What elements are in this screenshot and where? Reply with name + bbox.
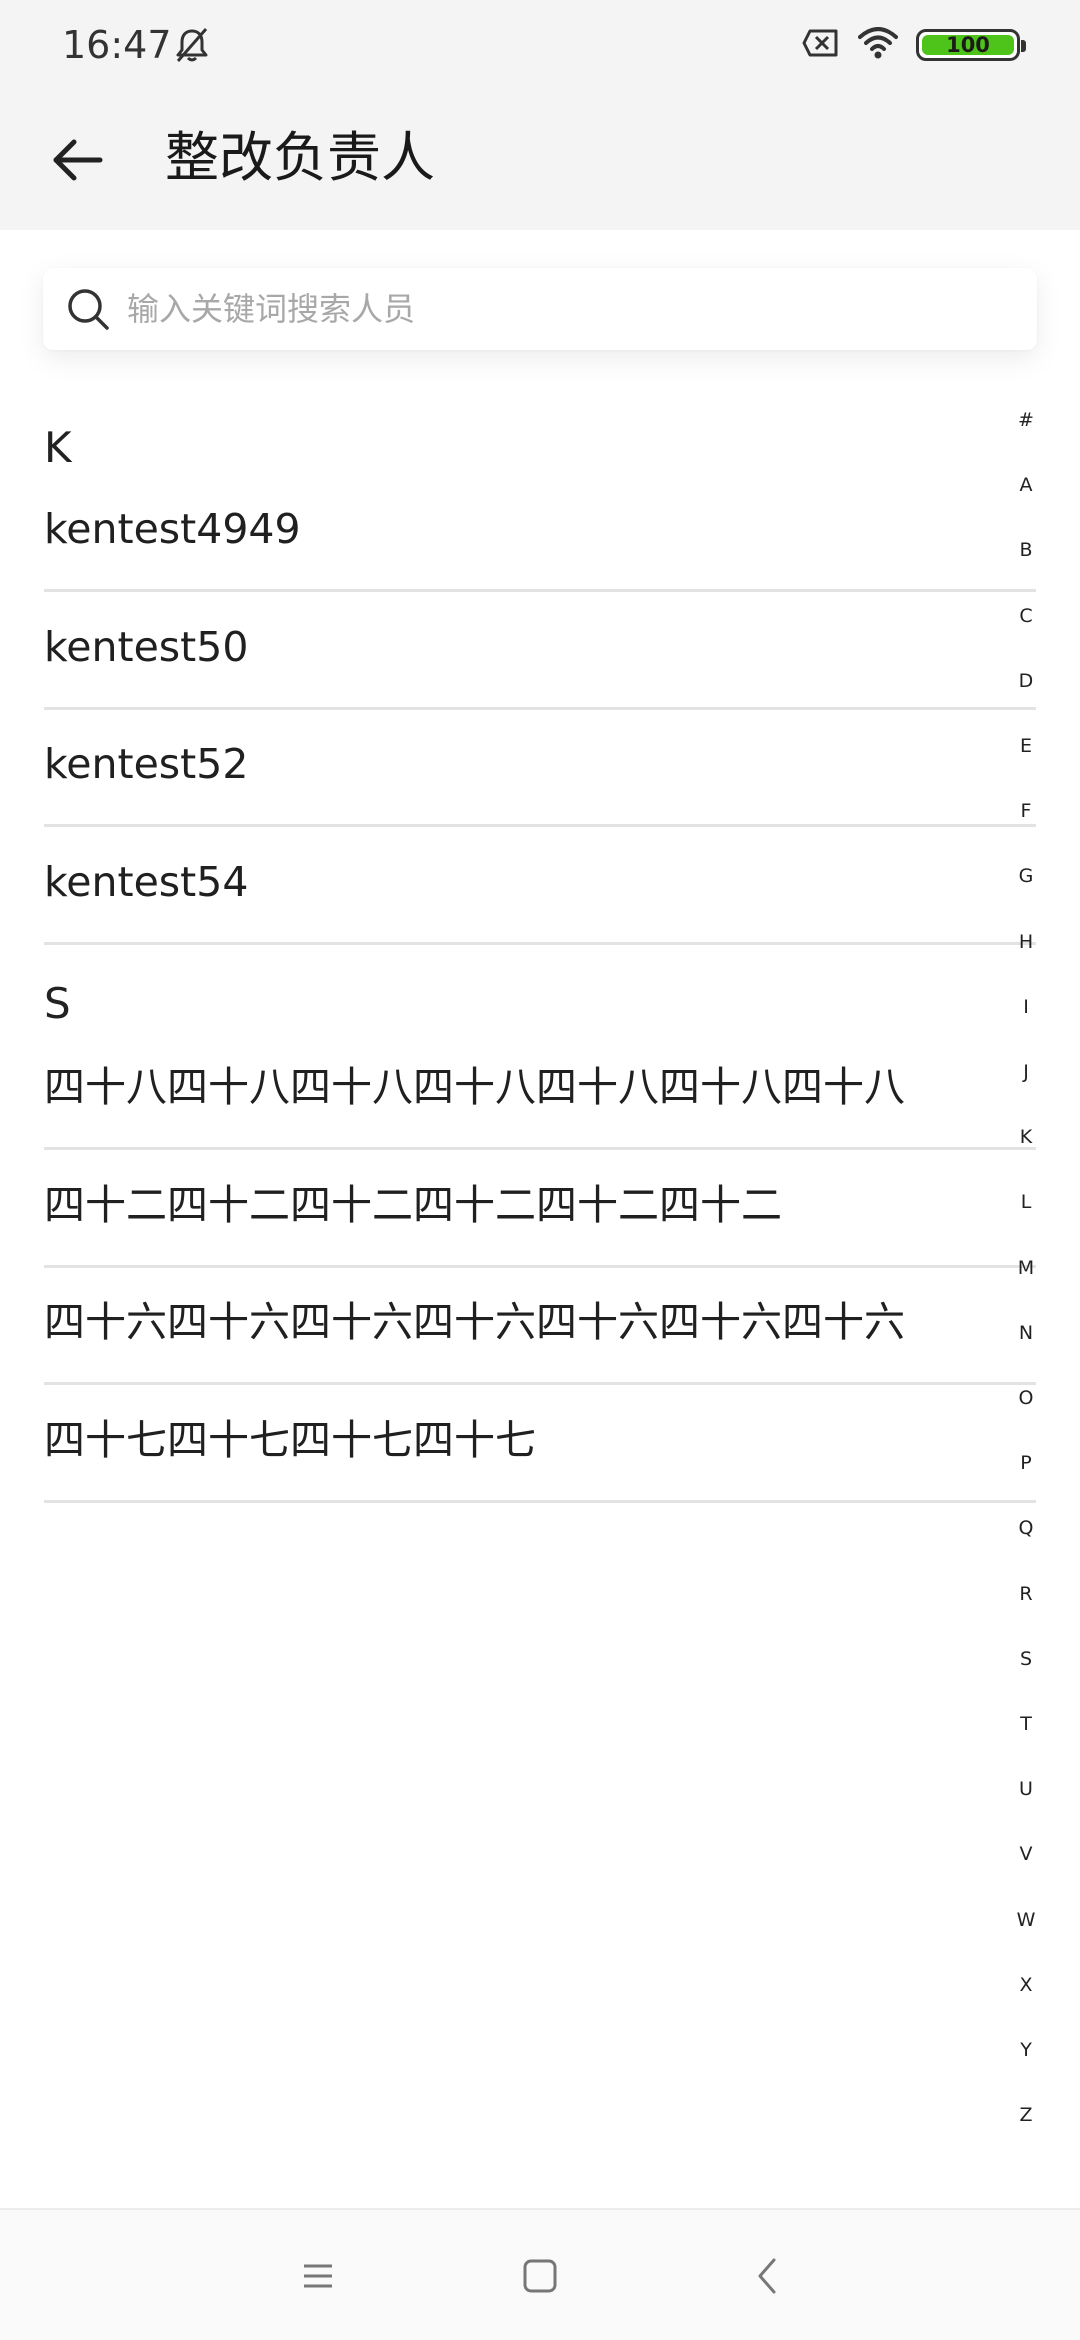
alphabet-index-letter[interactable]: C [1006, 604, 1046, 628]
alphabet-index-letter[interactable]: V [1006, 1842, 1046, 1866]
alphabet-index-letter[interactable]: R [1006, 1582, 1046, 1606]
battery-percent: 100 [946, 32, 990, 57]
alphabet-index-letter[interactable]: S [1006, 1647, 1046, 1671]
contact-name: kentest54 [44, 858, 249, 906]
alphabet-index-letter[interactable]: B [1006, 538, 1046, 562]
contact-name: 四十二四十二四十二四十二四十二四十二 [44, 1181, 782, 1229]
search-input[interactable] [127, 290, 1007, 328]
bell-off-icon [172, 25, 212, 65]
back-nav-button[interactable] [740, 2248, 796, 2304]
contact-name: kentest50 [44, 623, 249, 671]
contact-item[interactable]: kentest4949 [44, 475, 1036, 592]
alphabet-index-letter[interactable]: W [1006, 1908, 1046, 1932]
contact-name: kentest4949 [44, 505, 301, 553]
alphabet-index-letter[interactable]: J [1006, 1060, 1046, 1084]
alphabet-index-letter[interactable]: O [1006, 1386, 1046, 1410]
contact-name: 四十七四十七四十七四十七 [44, 1416, 536, 1464]
wifi-icon [858, 27, 898, 63]
status-icons: 100 [802, 25, 1026, 65]
back-chevron-icon [758, 2258, 776, 2294]
page-title: 整改负责人 [165, 126, 435, 189]
contact-item[interactable]: 四十六四十六四十六四十六四十六四十六四十六 [44, 1268, 1036, 1385]
contact-name: 四十六四十六四十六四十六四十六四十六四十六 [44, 1298, 905, 1346]
status-bar: 16:47 100 [0, 0, 1080, 90]
alphabet-index-letter[interactable]: E [1006, 734, 1046, 758]
alphabet-index-letter[interactable]: F [1006, 799, 1046, 823]
back-button[interactable] [38, 120, 118, 200]
contact-item[interactable]: kentest50 [44, 593, 1036, 710]
contact-item[interactable]: kentest54 [44, 828, 1036, 945]
alphabet-index-letter[interactable]: L [1006, 1190, 1046, 1214]
menu-icon [304, 2264, 332, 2288]
navigation-bar [0, 2208, 1080, 2340]
menu-button[interactable] [290, 2248, 346, 2304]
alphabet-index-letter[interactable]: Y [1006, 2038, 1046, 2062]
alphabet-index-letter[interactable]: T [1006, 1712, 1046, 1736]
arrow-left-icon [53, 139, 103, 181]
search-box[interactable] [43, 268, 1037, 350]
alphabet-index-letter[interactable]: U [1006, 1777, 1046, 1801]
alphabet-index-letter[interactable]: I [1006, 995, 1046, 1019]
contact-item[interactable]: kentest52 [44, 710, 1036, 827]
app-bar: 整改负责人 [0, 90, 1080, 230]
sim-error-icon [802, 28, 840, 62]
alphabet-index-letter[interactable]: D [1006, 669, 1046, 693]
alphabet-index-letter[interactable]: N [1006, 1321, 1046, 1345]
alphabet-index-letter[interactable]: P [1006, 1451, 1046, 1475]
home-square-icon [523, 2259, 557, 2293]
battery-icon: 100 [916, 29, 1026, 61]
contact-item[interactable]: 四十八四十八四十八四十八四十八四十八四十八 [44, 1033, 1036, 1150]
alphabet-index-letter[interactable]: H [1006, 930, 1046, 954]
search-icon [68, 289, 109, 330]
alphabet-index-letter[interactable]: Q [1006, 1516, 1046, 1540]
alphabet-index-letter[interactable]: M [1006, 1256, 1046, 1280]
section-header: S [44, 979, 71, 1028]
contact-name: kentest52 [44, 740, 249, 788]
alphabet-index-letter[interactable]: Z [1006, 2103, 1046, 2127]
section-header: K [44, 423, 72, 472]
alphabet-index-letter[interactable]: X [1006, 1973, 1046, 1997]
alphabet-index-letter[interactable]: G [1006, 864, 1046, 888]
contact-item[interactable]: 四十二四十二四十二四十二四十二四十二 [44, 1151, 1036, 1268]
contact-name: 四十八四十八四十八四十八四十八四十八四十八 [44, 1063, 905, 1111]
alphabet-index-letter[interactable]: A [1006, 473, 1046, 497]
alphabet-index-letter[interactable]: K [1006, 1125, 1046, 1149]
contact-item[interactable]: 四十七四十七四十七四十七 [44, 1386, 1036, 1503]
alphabet-index-letter[interactable]: # [1006, 408, 1046, 432]
status-time: 16:47 [62, 23, 172, 67]
home-button[interactable] [512, 2248, 568, 2304]
